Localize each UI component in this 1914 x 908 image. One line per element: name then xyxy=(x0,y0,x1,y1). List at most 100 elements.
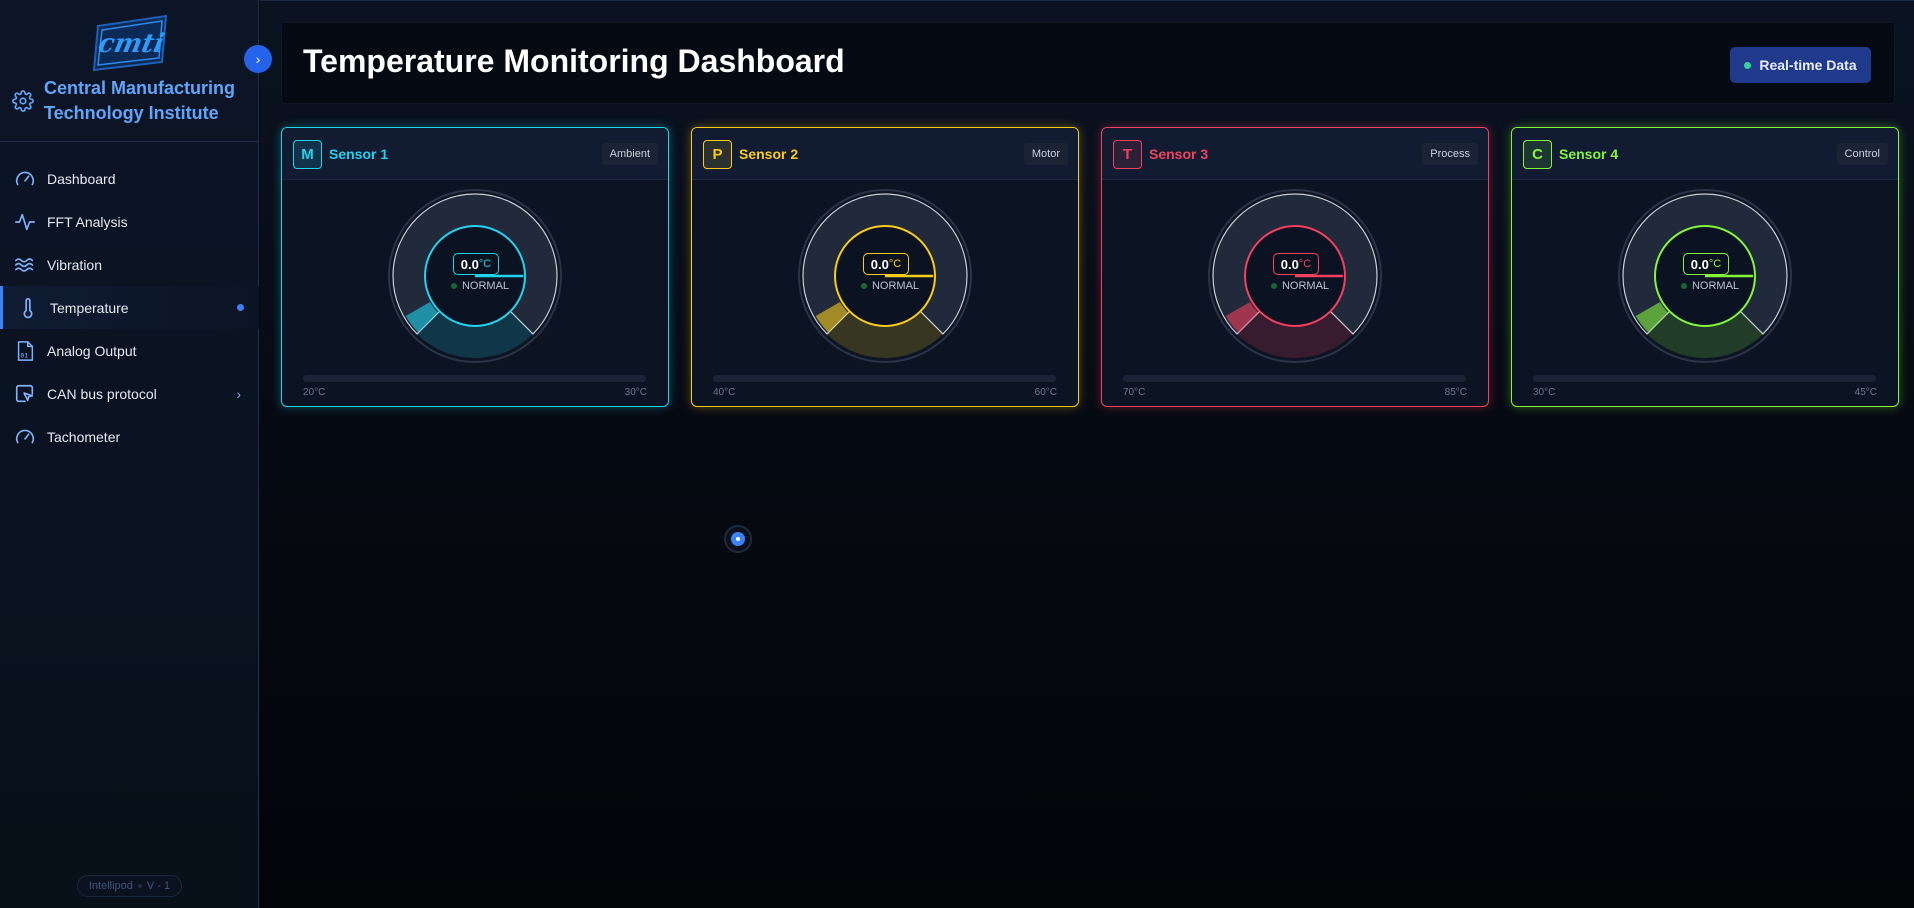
org-name: Central Manufacturing Technology Institu… xyxy=(44,78,236,123)
sensor-card-header: T Sensor 3 Process xyxy=(1102,128,1488,180)
sensor-letter-badge: C xyxy=(1523,140,1552,169)
temperature-unit: °C xyxy=(1708,258,1722,270)
sidebar-item-temperature[interactable]: Temperature xyxy=(0,286,259,329)
sidebar-item-fft-analysis[interactable]: FFT Analysis xyxy=(0,200,259,243)
collapse-sidebar-button[interactable]: › xyxy=(244,45,272,73)
version-name: Intellipod xyxy=(88,880,133,892)
temperature-readout: 0.0 °C xyxy=(1273,253,1319,275)
temperature-readout: 0.0 °C xyxy=(863,253,909,275)
sensor-status: NORMAL xyxy=(1265,280,1335,292)
status-dot xyxy=(1680,283,1687,289)
svg-text:01: 01 xyxy=(20,351,28,359)
sidebar-item-label: Analog Output xyxy=(47,342,137,359)
sensor-card[interactable]: C Sensor 4 Control 0.0 °C NORMAL 30°C 45°… xyxy=(1511,127,1899,407)
temperature-unit: °C xyxy=(888,258,902,270)
loading-dot xyxy=(731,532,745,546)
realtime-data-button[interactable]: Real-time Data xyxy=(1730,47,1871,83)
top-border xyxy=(260,0,1914,1)
temperature-unit: °C xyxy=(478,258,492,270)
range-max-label: 30°C xyxy=(624,387,647,398)
temperature-value: 0.0 xyxy=(1280,256,1299,272)
page-header: Temperature Monitoring Dashboard Real-ti… xyxy=(281,22,1895,104)
sidebar: cmti › Central Manufacturing Technology … xyxy=(0,0,272,908)
sidebar-nav: Dashboard FFT Analysis Vibration Tempera… xyxy=(0,157,259,458)
sensor-letter-badge: P xyxy=(703,140,732,169)
sensor-card-header: P Sensor 2 Motor xyxy=(692,128,1078,180)
range-max-label: 85°C xyxy=(1444,387,1467,398)
sensor-card-header: C Sensor 4 Control xyxy=(1512,128,1898,180)
temperature-gauge xyxy=(798,189,972,363)
sidebar-item-label: CAN bus protocol xyxy=(47,385,157,402)
sensor-name: Sensor 3 xyxy=(1149,146,1209,162)
sensor-name: Sensor 4 xyxy=(1559,146,1619,162)
status-dot xyxy=(1270,283,1277,289)
page-title: Temperature Monitoring Dashboard xyxy=(303,43,845,79)
activity-icon xyxy=(14,211,36,233)
live-status-dot xyxy=(1744,61,1752,69)
cmti-logo: cmti xyxy=(88,12,172,74)
sidebar-item-label: Dashboard xyxy=(47,170,116,187)
sensor-type-tag: Control xyxy=(1836,143,1888,165)
gear-icon[interactable] xyxy=(12,90,34,112)
range-min-label: 20°C xyxy=(303,387,326,398)
sidebar-item-label: Vibration xyxy=(47,256,103,273)
sidebar-item-label: Tachometer xyxy=(47,428,121,445)
sidebar-item-vibration[interactable]: Vibration xyxy=(0,243,259,286)
org-header: Central Manufacturing Technology Institu… xyxy=(12,78,252,124)
sidebar-item-can-bus-protocol[interactable]: CAN bus protocol › xyxy=(0,372,259,415)
temperature-gauge xyxy=(1208,189,1382,363)
sensor-card[interactable]: P Sensor 2 Motor 0.0 °C NORMAL 40°C 60°C xyxy=(691,127,1079,407)
sensor-type-tag: Ambient xyxy=(601,143,658,165)
range-max-label: 60°C xyxy=(1034,387,1057,398)
thermometer-icon xyxy=(17,297,39,319)
temperature-unit: °C xyxy=(1298,258,1312,270)
temperature-value: 0.0 xyxy=(1690,256,1709,272)
range-bar xyxy=(713,375,1056,382)
status-dot xyxy=(450,283,457,289)
sensor-card[interactable]: M Sensor 1 Ambient 0.0 °C NORMAL 20°C 30°… xyxy=(281,127,669,407)
sensor-card[interactable]: T Sensor 3 Process 0.0 °C NORMAL 70°C 85°… xyxy=(1101,127,1489,407)
temperature-value: 0.0 xyxy=(870,256,889,272)
temperature-value: 0.0 xyxy=(460,256,479,272)
active-indicator-dot xyxy=(237,304,244,311)
version-separator xyxy=(137,884,142,888)
sidebar-item-analog-output[interactable]: 01 Analog Output xyxy=(0,329,259,372)
gauge-icon xyxy=(14,426,36,448)
range-min-label: 70°C xyxy=(1123,387,1146,398)
range-bar xyxy=(303,375,646,382)
main-content: Temperature Monitoring Dashboard Real-ti… xyxy=(260,0,1914,908)
temperature-gauge xyxy=(388,189,562,363)
status-label: NORMAL xyxy=(871,280,920,292)
range-min-label: 40°C xyxy=(713,387,736,398)
sensor-type-tag: Motor xyxy=(1023,143,1068,165)
sensor-letter-badge: T xyxy=(1113,140,1142,169)
sidebar-divider xyxy=(0,141,259,142)
sidebar-item-label: FFT Analysis xyxy=(47,213,128,230)
app: cmti › Central Manufacturing Technology … xyxy=(0,0,1914,908)
waves-icon xyxy=(14,254,36,276)
sensor-type-tag: Process xyxy=(1422,143,1478,165)
range-bar xyxy=(1533,375,1876,382)
chevron-right-icon[interactable]: › xyxy=(236,386,241,402)
temperature-readout: 0.0 °C xyxy=(1683,253,1729,275)
file-binary-icon: 01 xyxy=(14,340,36,362)
version-badge: Intellipod V - 1 xyxy=(77,875,182,897)
status-dot xyxy=(860,283,867,289)
status-label: NORMAL xyxy=(1691,280,1740,292)
pointer-square-icon xyxy=(14,383,36,405)
range-bar xyxy=(1123,375,1466,382)
realtime-label: Real-time Data xyxy=(1759,57,1857,73)
loading-indicator xyxy=(724,525,752,553)
sensor-status: NORMAL xyxy=(855,280,925,292)
sensor-name: Sensor 1 xyxy=(329,146,389,162)
gauge-icon xyxy=(14,168,36,190)
version-number: V - 1 xyxy=(146,880,171,892)
range-min-label: 30°C xyxy=(1533,387,1556,398)
sidebar-item-dashboard[interactable]: Dashboard xyxy=(0,157,259,200)
sensor-status: NORMAL xyxy=(445,280,515,292)
sensor-card-header: M Sensor 1 Ambient xyxy=(282,128,668,180)
temperature-gauge xyxy=(1618,189,1792,363)
sensor-status: NORMAL xyxy=(1675,280,1745,292)
sidebar-item-label: Temperature xyxy=(50,299,129,316)
sidebar-item-tachometer[interactable]: Tachometer xyxy=(0,415,259,458)
